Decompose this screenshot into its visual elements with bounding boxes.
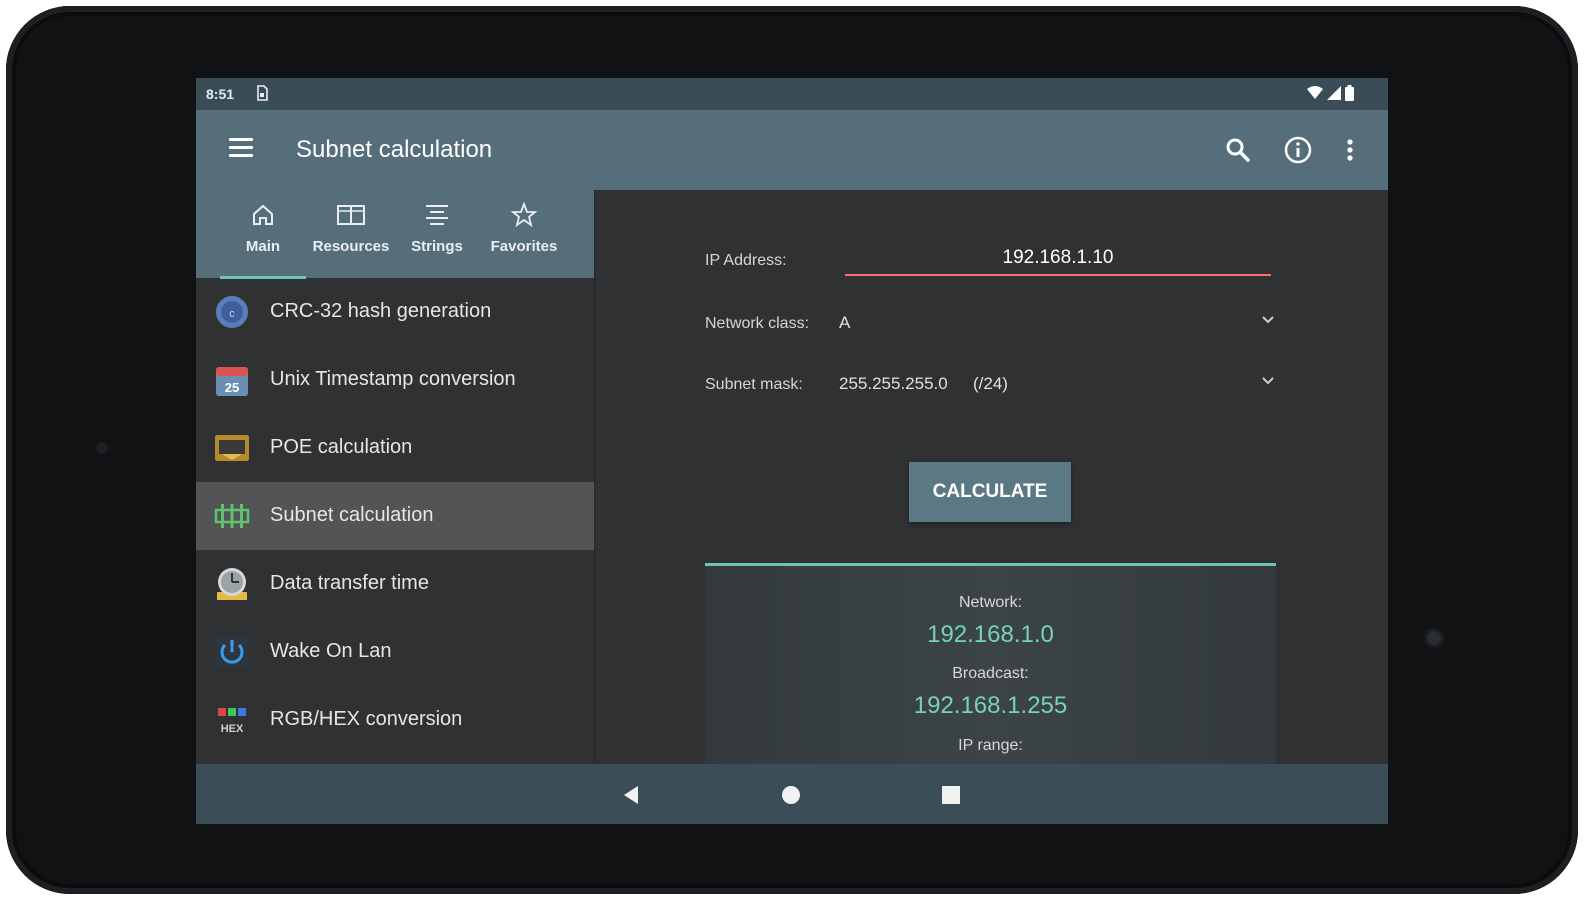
wifi-icon [1307,86,1323,99]
network-class-select[interactable]: Network class: A [705,305,1385,339]
hamburger-menu-icon[interactable] [229,138,253,160]
ip-range-label: IP range: [958,737,1023,754]
tab-main-label: Main [245,238,281,255]
recents-icon[interactable] [940,784,962,806]
proximity-sensor [96,442,108,454]
home-nav-icon[interactable] [780,784,802,806]
tab-strings[interactable]: Strings [396,190,478,278]
poe-icon [215,435,249,461]
network-value: 192.168.1.0 [927,621,1054,648]
app-bar: Subnet calculation [196,110,1388,190]
svg-text:c: c [229,308,235,320]
menu-item-label: Unix Timestamp conversion [270,368,516,390]
menu-item-poe[interactable]: POE calculation [196,414,594,482]
chevron-down-icon [1262,377,1274,385]
tab-favorites-label: Favorites [490,238,558,255]
sd-card-icon [257,85,268,101]
ip-address-input[interactable]: 192.168.1.10 [845,244,1271,276]
tab-favorites[interactable]: Favorites [482,190,566,278]
subnet-mask-label: Subnet mask: [705,376,803,393]
menu-item-rgb-hex[interactable]: HEX RGB/HEX conversion [196,686,594,754]
home-icon [253,204,273,225]
system-nav-bar [196,764,1388,824]
network-class-value: A [839,313,851,332]
page-title: Subnet calculation [296,136,493,163]
star-icon [511,202,537,228]
clock-icon [217,568,247,600]
subnet-form: IP Address: 192.168.1.10 Network class: … [595,190,1388,767]
back-icon[interactable] [620,784,642,806]
menu-item-label: Subnet calculation [270,504,434,526]
signal-icon [1327,86,1341,100]
menu-item-subnet[interactable]: Subnet calculation [196,482,594,550]
chevron-down-icon [1262,316,1274,324]
book-icon [337,205,365,225]
network-class-label: Network class: [705,315,810,332]
tab-resources-label: Resources [312,238,390,255]
network-label: Network: [958,594,1023,611]
menu-item-crc32[interactable]: c CRC-32 hash generation [196,278,594,346]
subnet-mask-value: 255.255.255.0 [839,374,948,393]
drawer-tabs: Main Resources Strings Favorites [196,190,594,279]
calculate-button[interactable]: CALCULATE [909,462,1071,522]
front-camera [1424,628,1444,648]
status-bar: 8:51 [196,78,1388,110]
menu-item-label: RGB/HEX conversion [270,708,463,730]
broadcast-label: Broadcast: [952,665,1029,682]
menu-item-label: CRC-32 hash generation [270,300,492,322]
menu-item-wake-on-lan[interactable]: Wake On Lan [196,618,594,686]
rgb-hex-icon: HEX [218,708,246,735]
subnet-mask-cidr: (/24) [973,374,1008,393]
result-panel: Network: 192.168.1.0 Broadcast: 192.168.… [705,563,1276,767]
menu-item-label: Wake On Lan [270,640,392,662]
more-vert-icon[interactable] [1332,132,1368,168]
navigation-drawer: Main Resources Strings Favorites c CRC-3… [196,190,595,764]
broadcast-value: 192.168.1.255 [913,692,1068,719]
search-icon[interactable] [1220,132,1256,168]
calendar-icon: 25 [216,367,248,396]
ip-address-label: IP Address: [705,252,787,269]
subnet-mask-select[interactable]: Subnet mask: 255.255.255.0 (/24) [705,366,1385,400]
screen: 8:51 Subnet calculation Main Resources S… [196,78,1388,824]
tab-strings-label: Strings [411,238,463,255]
svg-text:25: 25 [225,380,239,395]
tab-main[interactable]: Main [220,190,306,278]
battery-icon [1345,85,1354,101]
menu-item-data-transfer[interactable]: Data transfer time [196,550,594,618]
status-time: 8:51 [206,86,235,102]
tablet-frame: 8:51 Subnet calculation Main Resources S… [6,6,1578,894]
strings-icon [426,205,448,225]
menu-item-label: POE calculation [270,436,413,458]
menu-item-label: Data transfer time [270,572,429,594]
svg-text:HEX: HEX [221,723,244,735]
menu-item-unix-timestamp[interactable]: 25 Unix Timestamp conversion [196,346,594,414]
tab-resources[interactable]: Resources [308,190,394,278]
info-icon[interactable] [1280,132,1316,168]
system-icons [1307,85,1354,101]
crc-icon: c [216,296,248,328]
subnet-icon [214,504,250,528]
power-icon [215,636,249,668]
